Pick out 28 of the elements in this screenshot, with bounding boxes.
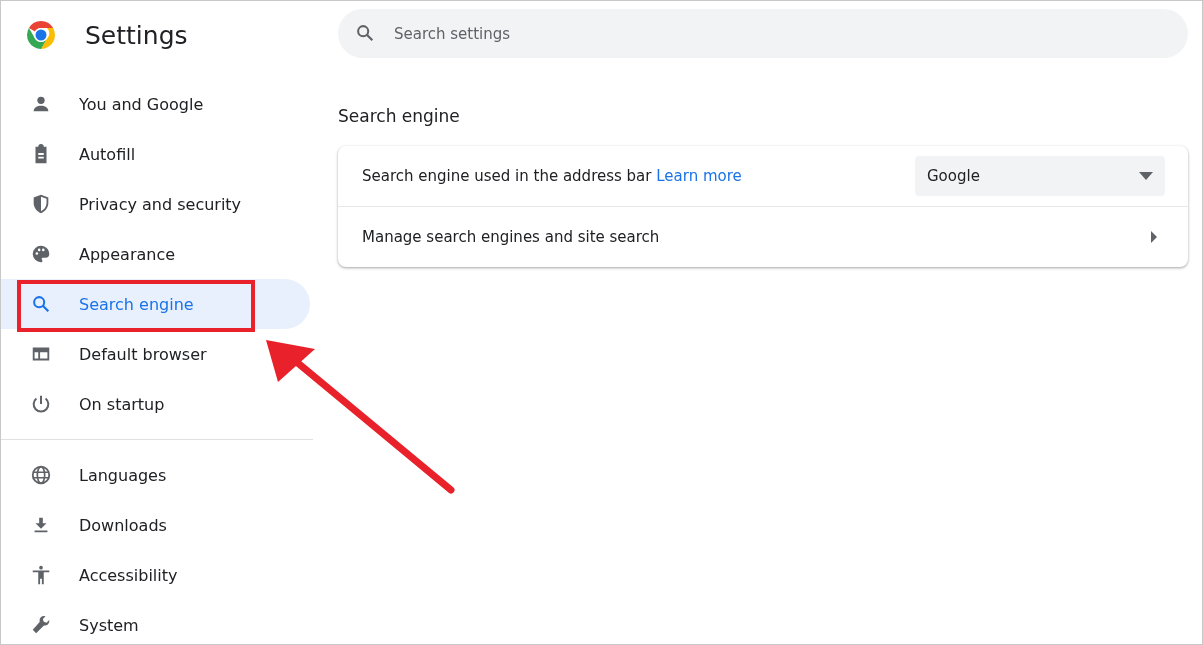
- manage-search-engines-row[interactable]: Manage search engines and site search: [338, 206, 1188, 267]
- sidebar-item[interactable]: Appearance: [1, 229, 310, 279]
- sidebar-item[interactable]: You and Google: [1, 79, 310, 129]
- search-icon: [30, 293, 52, 315]
- caret-icon: [1150, 231, 1158, 243]
- sidebar-item[interactable]: Accessibility: [1, 550, 310, 600]
- sidebar-item[interactable]: Autofill: [1, 129, 310, 179]
- sidebar-item[interactable]: Downloads: [1, 500, 310, 550]
- search-field[interactable]: Search settings: [338, 9, 1188, 58]
- sidebar-item[interactable]: Default browser: [1, 329, 310, 379]
- setting-label: Search engine used in the address bar Learn more: [362, 167, 743, 185]
- search-icon: [354, 22, 376, 44]
- learn-more-link[interactable]: Learn more: [656, 167, 742, 185]
- sidebar-item[interactable]: Languages: [1, 450, 310, 500]
- wrench-icon: [30, 614, 52, 636]
- power-icon: [30, 393, 52, 415]
- accessibility-icon: [30, 564, 52, 586]
- dropdown-arrow-icon: [1139, 172, 1153, 180]
- palette-icon: [30, 243, 52, 265]
- sidebar-item[interactable]: On startup: [1, 379, 310, 429]
- page-title: Settings: [85, 20, 188, 50]
- sidebar-item[interactable]: System: [1, 600, 310, 644]
- section-heading: Search engine: [338, 106, 461, 126]
- logo-icon: [25, 19, 57, 51]
- sidebar-item[interactable]: Search engine: [1, 279, 310, 329]
- sidebar-item[interactable]: Privacy and security: [1, 179, 310, 229]
- globe-icon: [30, 464, 52, 486]
- search-engine-dropdown[interactable]: Google: [915, 156, 1165, 196]
